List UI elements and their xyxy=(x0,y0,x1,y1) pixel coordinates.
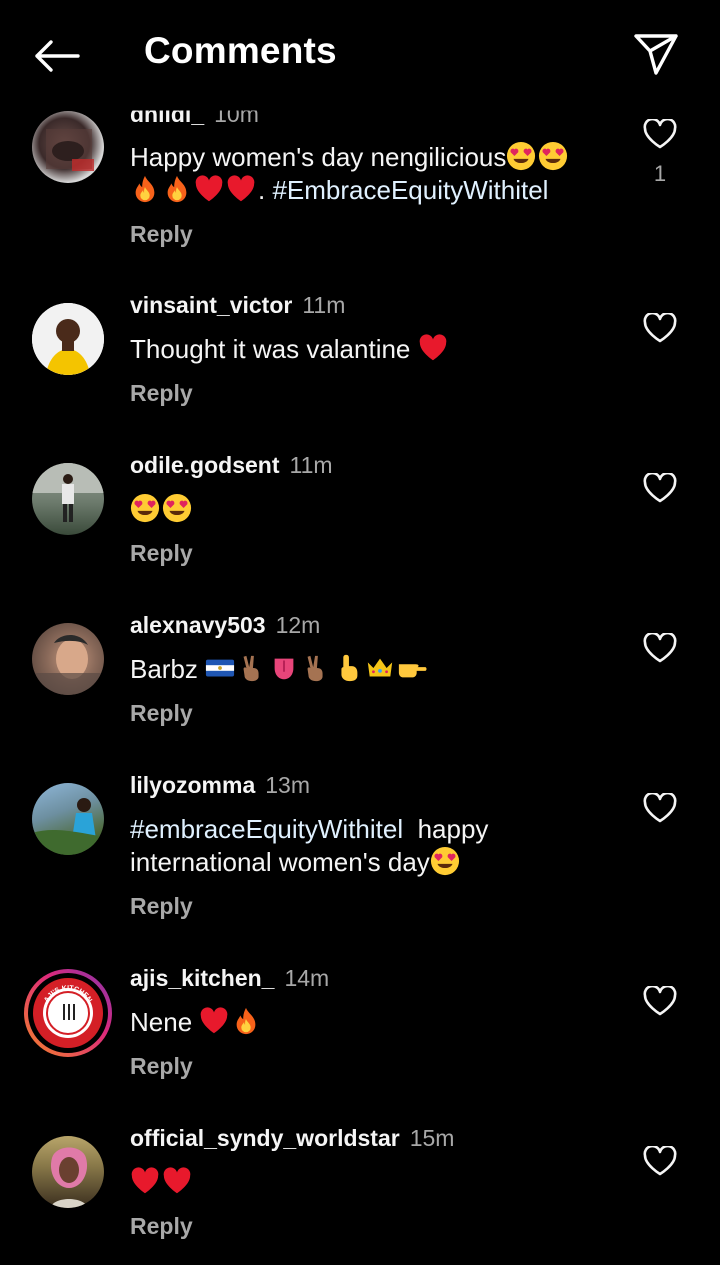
comment-username[interactable]: alexnavy503 12m xyxy=(130,612,320,639)
tongue-emoji xyxy=(269,653,299,683)
like-count: 1 xyxy=(653,161,667,186)
comment-item: dhildi_ 10m Happy women's day nengiliciou… xyxy=(0,98,720,278)
share-button[interactable] xyxy=(628,28,684,80)
back-button[interactable] xyxy=(28,32,84,80)
like-button[interactable] xyxy=(640,790,680,826)
comment-username[interactable]: lilyozomma 13m xyxy=(130,772,310,799)
comment-timestamp: 14m xyxy=(284,965,330,991)
comment-text xyxy=(130,493,610,526)
kitchen-logo: AJI'S KITCHEN xyxy=(33,978,103,1048)
like-button[interactable] xyxy=(640,983,680,1019)
reply-button[interactable]: Reply xyxy=(130,700,193,727)
svg-text:AJI'S KITCHEN: AJI'S KITCHEN xyxy=(43,985,93,1004)
reply-button[interactable]: Reply xyxy=(130,380,193,407)
hashtag-link[interactable]: #embraceEquityWithitel xyxy=(130,814,403,844)
comment-timestamp: 11m xyxy=(302,292,346,318)
victory-hand-emoji xyxy=(237,653,267,683)
heart-icon xyxy=(643,119,677,149)
fire-emoji xyxy=(162,174,192,204)
comment-item: alexnavy503 12m Barbz Reply xyxy=(0,612,720,762)
like-button[interactable] xyxy=(640,630,680,666)
heart-icon xyxy=(643,473,677,503)
comment-username[interactable]: vinsaint_victor 11m xyxy=(130,292,345,319)
red-heart-emoji xyxy=(226,174,256,204)
send-icon xyxy=(634,34,678,75)
reply-button[interactable]: Reply xyxy=(130,1213,193,1240)
heart-eyes-emoji xyxy=(538,141,568,171)
comment-timestamp: 11m xyxy=(289,452,333,478)
heart-icon xyxy=(643,793,677,823)
comment-text: #embraceEquityWithitel happy internation… xyxy=(130,814,489,877)
avatar[interactable] xyxy=(32,1136,104,1208)
red-heart-emoji xyxy=(194,174,224,204)
pointing-up-emoji xyxy=(333,653,363,683)
comments-list[interactable]: dhildi_ 10m Happy women's day nengiliciou… xyxy=(0,0,720,1265)
avatar[interactable] xyxy=(32,463,104,535)
reply-button[interactable]: Reply xyxy=(130,540,193,567)
like-button[interactable] xyxy=(640,470,680,506)
hashtag-link[interactable]: #EmbraceEquityWithitel xyxy=(272,175,548,205)
reply-button[interactable]: Reply xyxy=(130,893,193,920)
fire-emoji xyxy=(130,174,160,204)
avatar[interactable] xyxy=(32,303,104,375)
red-heart-emoji xyxy=(130,1166,160,1196)
heart-icon xyxy=(643,986,677,1016)
comment-item: AJI'S KITCHEN ajis_kitchen_ 14m Nene Repl… xyxy=(0,965,720,1115)
comment-text: Barbz xyxy=(130,653,610,686)
like-button[interactable] xyxy=(640,116,680,152)
comment-timestamp: 15m xyxy=(409,1125,455,1151)
avatar[interactable] xyxy=(32,783,104,855)
red-heart-emoji xyxy=(199,1006,229,1036)
comment-item: lilyozomma 13m #embraceEquityWithitel hap… xyxy=(0,772,720,952)
heart-eyes-emoji xyxy=(130,493,160,523)
avatar[interactable] xyxy=(32,623,104,695)
crown-emoji xyxy=(365,653,395,683)
header-bar: Comments xyxy=(0,0,720,108)
reply-button[interactable]: Reply xyxy=(130,1053,193,1080)
like-button[interactable] xyxy=(640,310,680,346)
comment-text xyxy=(130,1166,610,1199)
avatar-story-ring[interactable]: AJI'S KITCHEN xyxy=(24,969,112,1057)
fire-emoji xyxy=(231,1006,261,1036)
victory-hand-emoji xyxy=(301,653,331,683)
like-button[interactable] xyxy=(640,1143,680,1179)
red-heart-emoji xyxy=(162,1166,192,1196)
comment-item: vinsaint_victor 11m Thought it was valant… xyxy=(0,292,720,442)
page-title: Comments xyxy=(144,30,337,71)
comment-item: odile.godsent 11m Reply xyxy=(0,452,720,602)
back-arrow-icon xyxy=(35,40,80,72)
comment-text: Nene xyxy=(130,1006,610,1039)
comment-timestamp: 13m xyxy=(265,772,311,798)
comment-item: official_syndy_worldstar 15m Reply xyxy=(0,1125,720,1265)
heart-eyes-emoji xyxy=(506,141,536,171)
heart-icon xyxy=(643,1146,677,1176)
el-salvador-flag-emoji xyxy=(205,653,235,683)
comment-username[interactable]: ajis_kitchen_ 14m xyxy=(130,965,329,992)
heart-icon xyxy=(643,633,677,663)
comment-timestamp: 12m xyxy=(275,612,321,638)
avatar[interactable] xyxy=(32,111,104,183)
backhand-pointing-right-emoji xyxy=(397,653,427,683)
comment-text: Thought it was valantine xyxy=(130,333,610,366)
heart-icon xyxy=(643,313,677,343)
comment-username[interactable]: odile.godsent 11m xyxy=(130,452,333,479)
reply-button[interactable]: Reply xyxy=(130,221,193,248)
heart-eyes-emoji xyxy=(162,493,192,523)
comment-text: Happy women's day nengilicious . #Embrac… xyxy=(130,141,610,207)
red-heart-emoji xyxy=(418,333,448,363)
comment-username[interactable]: official_syndy_worldstar 15m xyxy=(130,1125,454,1152)
heart-eyes-emoji xyxy=(430,846,460,876)
